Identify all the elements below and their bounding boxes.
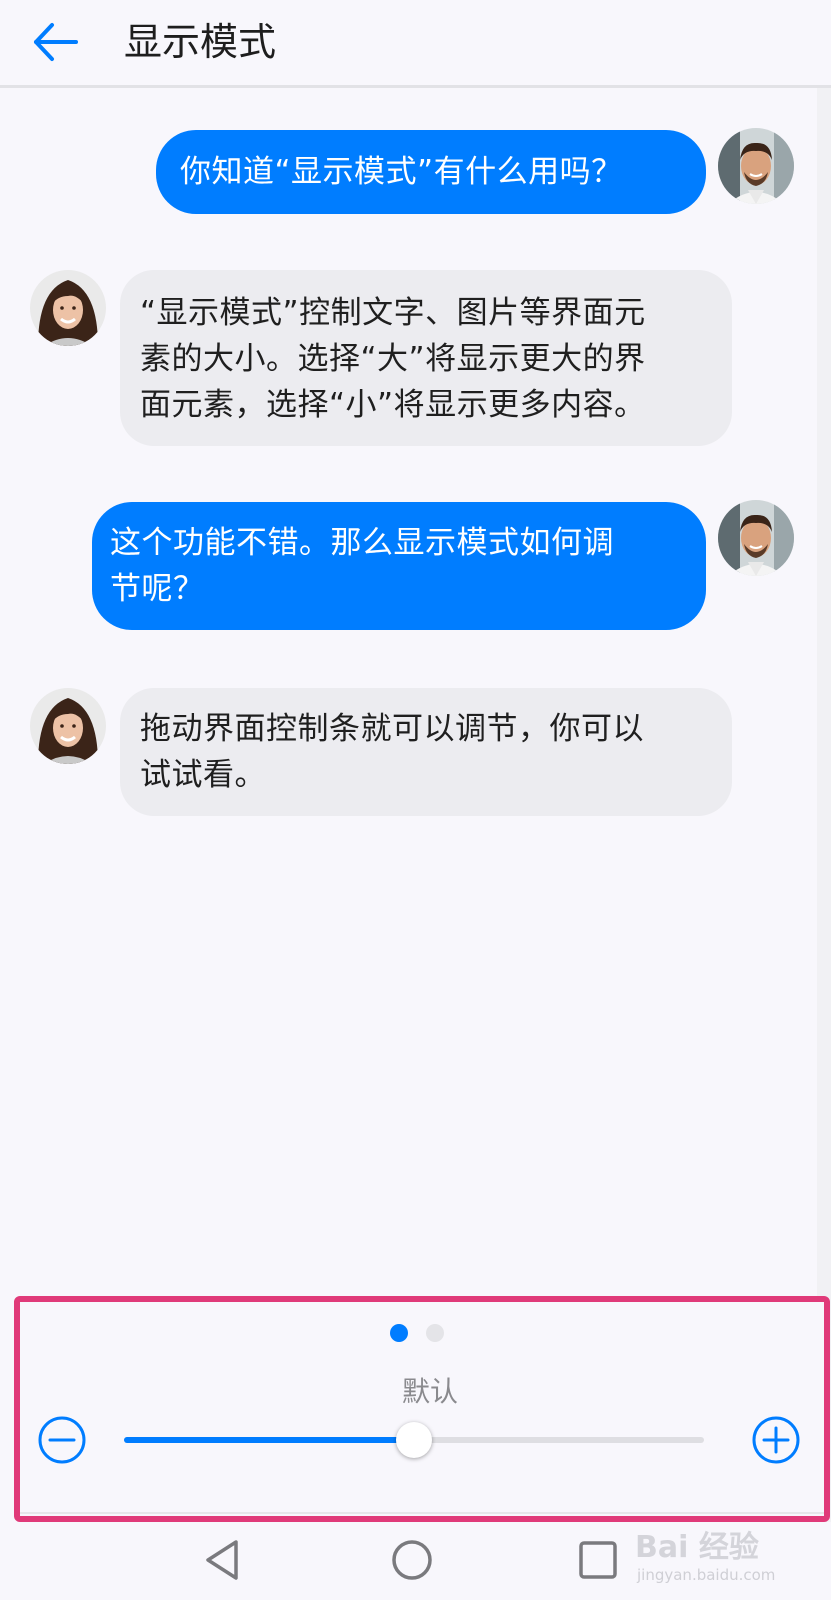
male-avatar [718, 128, 794, 204]
female-avatar [30, 688, 106, 764]
chat-bubble-outgoing: 这个功能不错。那么显示模式如何调 节呢？ [92, 502, 706, 630]
nav-home-button[interactable] [384, 1532, 440, 1588]
back-button[interactable] [28, 14, 84, 70]
panel-divider [20, 1512, 824, 1514]
increase-size-button[interactable] [750, 1414, 802, 1466]
display-mode-control-panel: 默认 [14, 1296, 830, 1522]
app-header: 显示模式 [0, 0, 831, 88]
male-avatar [718, 500, 794, 576]
minus-circle-icon [38, 1416, 86, 1464]
display-mode-label: 默认 [401, 1375, 458, 1408]
watermark-sub: jingyan.baidu.com [637, 1566, 776, 1584]
message-line: 拖动界面控制条就可以调节，你可以 [140, 711, 644, 747]
circle-home-icon [392, 1540, 432, 1580]
chat-bubble-outgoing: 你知道“显示模式”有什么用吗？ [156, 130, 706, 214]
slider-thumb[interactable] [396, 1422, 432, 1458]
arrow-left-icon [34, 23, 78, 61]
chat-bubble-incoming: 拖动界面控制条就可以调节，你可以 试试看。 [120, 688, 732, 816]
message-line: “显示模式”控制文字、图片等界面元 [140, 295, 646, 331]
message-text: 你知道“显示模式”有什么用吗？ [180, 154, 623, 190]
page-title: 显示模式 [124, 20, 277, 64]
message-line: 这个功能不错。那么显示模式如何调 [110, 525, 614, 561]
square-recent-icon [579, 1541, 617, 1579]
message-line: 试试看。 [140, 757, 266, 793]
page-dot-inactive[interactable] [426, 1324, 444, 1342]
message-line: 素的大小。选择“大”将显示更大的界 [140, 341, 646, 377]
triangle-back-icon [206, 1540, 238, 1580]
display-size-slider[interactable] [124, 1422, 704, 1458]
baidu-jingyan-watermark: Bai 经验 jingyan.baidu.com [635, 1522, 825, 1592]
page-dot-active[interactable] [390, 1324, 408, 1342]
plus-circle-icon [752, 1416, 800, 1464]
message-line: 节呢？ [110, 571, 205, 607]
page-indicator [390, 1324, 470, 1344]
chat-bubble-incoming: “显示模式”控制文字、图片等界面元 素的大小。选择“大”将显示更大的界 面元素，… [120, 270, 732, 446]
nav-back-button[interactable] [196, 1532, 252, 1588]
slider-fill [124, 1437, 414, 1443]
female-avatar [30, 270, 106, 346]
watermark-main: Bai 经验 [635, 1530, 759, 1565]
decrease-size-button[interactable] [36, 1414, 88, 1466]
message-line: 面元素，选择“小”将显示更多内容。 [140, 387, 646, 423]
nav-recent-apps-button[interactable] [570, 1532, 626, 1588]
